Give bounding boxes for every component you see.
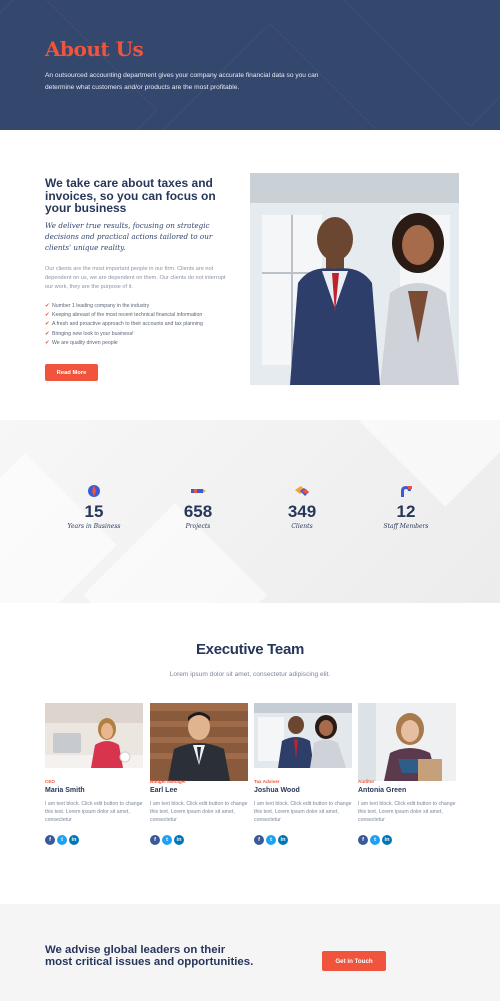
team-subtitle: Lorem ipsum dolor sit amet, consectetur … [169, 671, 331, 678]
linkedin-icon[interactable]: in [382, 834, 392, 845]
magnet-icon [401, 486, 412, 497]
twitter-icon[interactable]: t [266, 834, 276, 845]
facebook-icon[interactable]: f [45, 834, 55, 845]
feature-checklist: ✔ Number 1 leading company in the industr… [45, 302, 203, 348]
business-team-photo [250, 173, 459, 385]
member-name: Antonia Green [358, 787, 407, 794]
cta-heading: We advise global leaders on their most c… [45, 944, 254, 969]
stat-projects: 658 Projects [148, 484, 248, 530]
team-member-card: Auditor Antonia Green I am text block. C… [358, 703, 456, 845]
member-role: CEO [45, 779, 55, 784]
hero-subtitle: An outsourced accounting department give… [45, 72, 319, 91]
member-photo [45, 703, 143, 768]
member-photo-image [358, 703, 456, 781]
hero-banner: About Us An outsourced accounting depart… [0, 0, 500, 130]
checklist-item: ✔ Keeping abreast of the most recent tech… [45, 311, 203, 320]
checklist-item: ✔ Bringing new look to your business! [45, 330, 203, 339]
twitter-icon[interactable]: t [57, 834, 67, 845]
stat-number: 15 [84, 502, 104, 521]
compass-icon [88, 485, 100, 497]
page-title: About Us [45, 37, 144, 61]
member-bio: I am text block. Click edit button to ch… [358, 801, 456, 824]
facebook-icon[interactable]: f [358, 834, 368, 845]
social-links: f t in [254, 834, 352, 845]
member-photo-image [150, 703, 248, 781]
stat-number: 12 [396, 502, 416, 521]
member-photo [358, 703, 456, 781]
facebook-icon[interactable]: f [254, 834, 264, 845]
social-links: f t in [358, 834, 456, 845]
about-quote: We deliver true results, focusing on str… [45, 221, 213, 252]
team-title: Executive Team [195, 641, 305, 658]
team-member-card: CEO Maria Smith I am text block. Click e… [45, 703, 143, 845]
get-in-touch-button[interactable]: Get in Touch [322, 951, 386, 971]
check-icon: ✔ [45, 321, 50, 328]
facebook-icon[interactable]: f [150, 834, 160, 845]
stats-section: 15 Years in Business 658 Projects 349 Cl… [0, 420, 500, 603]
checklist-item: ✔ Number 1 leading company in the industr… [45, 302, 203, 311]
stat-staff: 12 Staff Members [356, 484, 456, 530]
stat-label: Years in Business [67, 523, 121, 530]
team-member-card: Tax Adviser Joshua Wood I am text block.… [254, 703, 352, 845]
member-role: Tax Adviser [254, 779, 280, 784]
pencil-icon [191, 489, 206, 493]
stat-label: Staff Members [383, 523, 429, 530]
linkedin-icon[interactable]: in [278, 834, 288, 845]
checklist-item: ✔ We are quality driven people [45, 339, 203, 348]
stat-label: Clients [291, 523, 313, 530]
team-member-card: Budget Manager Earl Lee I am text block.… [150, 703, 248, 845]
cta-section: We advise global leaders on their most c… [0, 904, 500, 1001]
stat-years: 15 Years in Business [44, 484, 144, 530]
member-bio: I am text block. Click edit button to ch… [150, 801, 248, 824]
stat-number: 349 [287, 502, 317, 521]
twitter-icon[interactable]: t [370, 834, 380, 845]
check-icon: ✔ [45, 339, 50, 346]
stat-clients: 349 Clients [252, 484, 352, 530]
twitter-icon[interactable]: t [162, 834, 172, 845]
office-illustration [250, 173, 459, 385]
checklist-item: ✔ A fresh and proactive approach to their… [45, 320, 203, 329]
read-more-button[interactable]: Read More [45, 364, 98, 381]
member-photo-image [45, 703, 143, 768]
member-name: Maria Smith [45, 787, 85, 794]
check-icon: ✔ [45, 303, 50, 309]
handshake-icon [295, 486, 309, 496]
social-links: f t in [150, 834, 248, 845]
hero-decoration [0, 0, 158, 130]
member-bio: I am text block. Click edit button to ch… [45, 801, 143, 824]
check-icon: ✔ [45, 330, 50, 337]
social-links: f t in [45, 834, 143, 845]
about-heading: We take care about taxes and invoices, s… [45, 176, 216, 215]
stat-number: 658 [183, 502, 213, 521]
member-photo-image [254, 703, 352, 768]
member-photo [150, 703, 248, 781]
member-name: Joshua Wood [254, 787, 300, 794]
linkedin-icon[interactable]: in [174, 834, 184, 845]
member-name: Earl Lee [150, 787, 178, 794]
about-paragraph: Our clients are the most important peopl… [45, 266, 226, 290]
linkedin-icon[interactable]: in [69, 834, 79, 845]
stat-label: Projects [185, 523, 211, 530]
check-icon: ✔ [45, 312, 50, 319]
member-photo [254, 703, 352, 768]
member-bio: I am text block. Click edit button to ch… [254, 801, 352, 824]
hero-decoration [342, 0, 500, 128]
